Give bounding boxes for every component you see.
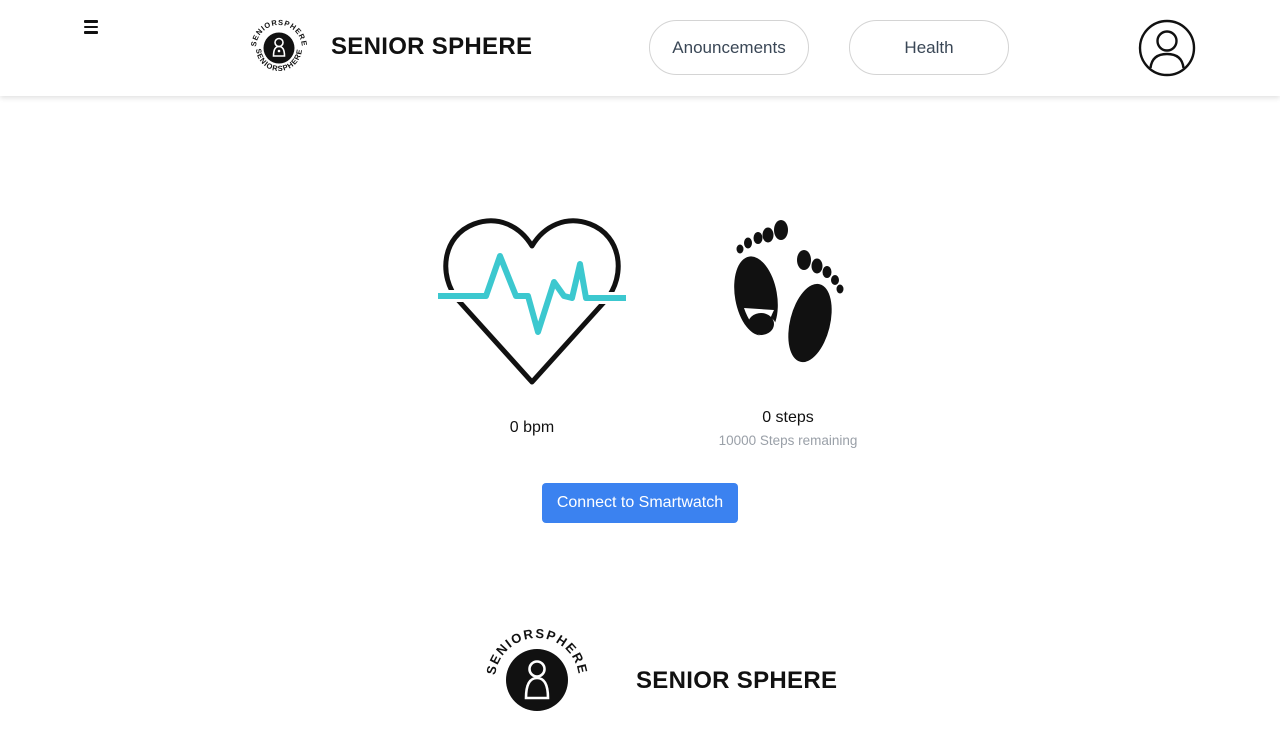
connect-smartwatch-button[interactable]: Connect to Smartwatch: [542, 483, 738, 523]
user-avatar-icon[interactable]: [1138, 19, 1196, 77]
heart-rate-value: 0 bpm: [509, 419, 555, 436]
steps-value: 0 steps: [762, 409, 814, 426]
top-header: SENIORSPHERE SENIORSPHERE SENIOR SPHERE …: [0, 0, 1280, 96]
footer-brand-title: SENIOR SPHERE: [636, 667, 838, 694]
brand-title: SENIOR SPHERE: [331, 33, 533, 60]
logo-seal[interactable]: SENIORSPHERE SENIORSPHERE: [246, 15, 312, 81]
footer-logo-seal: SENIORSPHERE: [483, 626, 589, 711]
nav-health-button[interactable]: Health: [849, 20, 1009, 75]
steps-remaining-text: 10000 Steps remaining: [718, 433, 858, 448]
nav-announcements-button[interactable]: Anouncements: [649, 20, 809, 75]
heart-pulse-icon: [438, 218, 626, 385]
footprints-icon: [734, 220, 844, 363]
hamburger-menu-icon[interactable]: [84, 18, 102, 36]
